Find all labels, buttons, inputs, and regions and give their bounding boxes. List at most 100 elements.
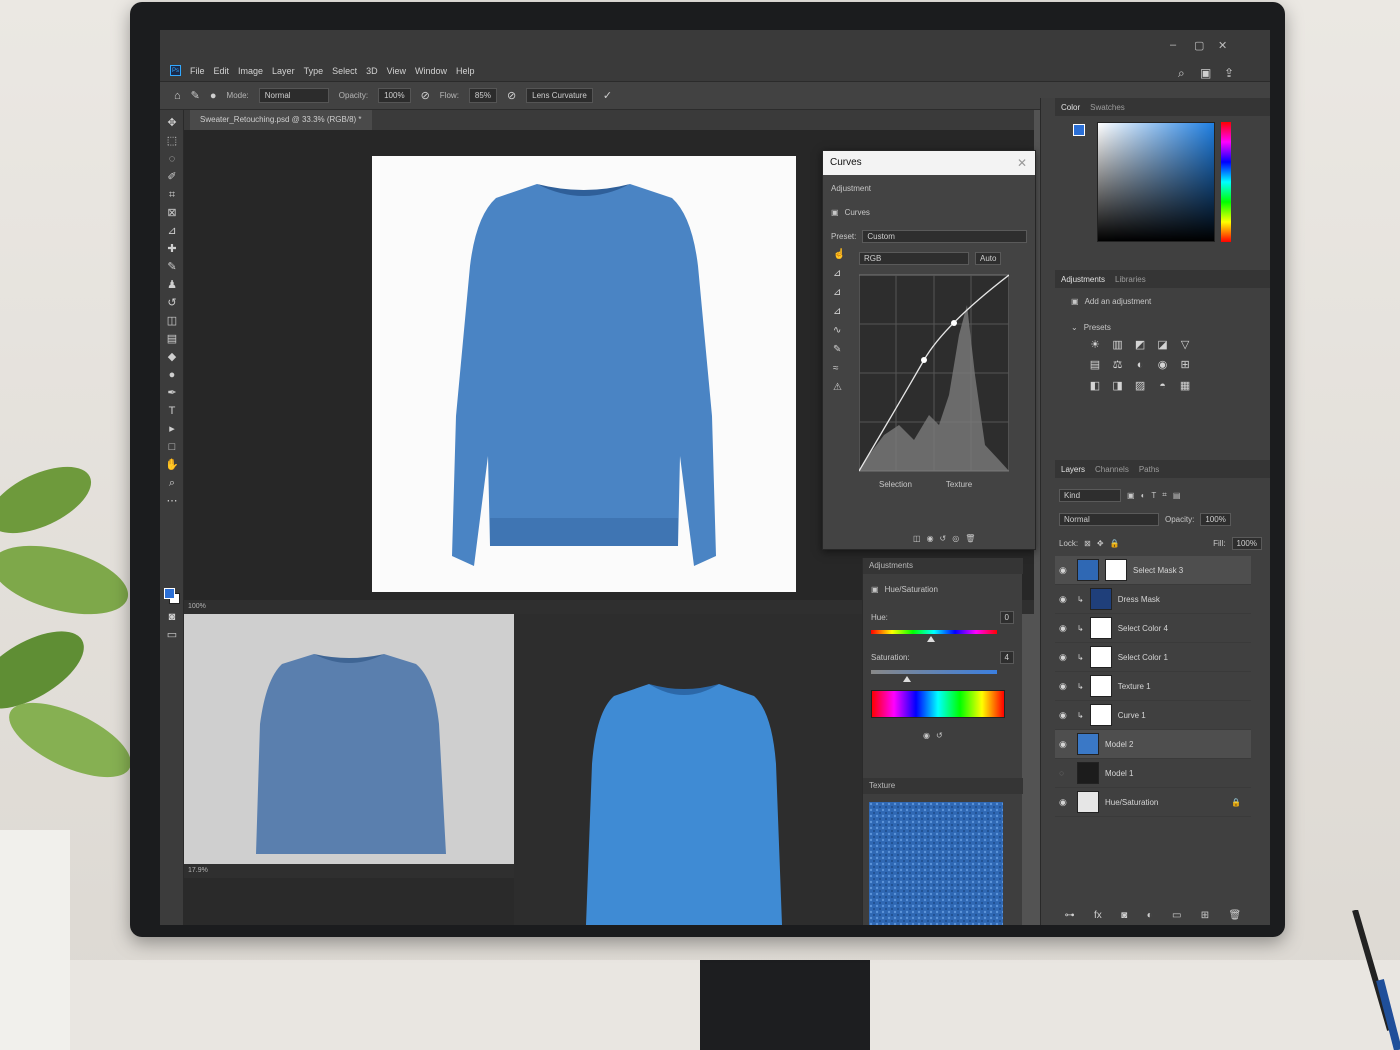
quick-mask-icon[interactable]: ◙ [164, 610, 180, 624]
flow-input[interactable]: 85% [468, 88, 497, 103]
type-tool-icon[interactable]: T [164, 404, 180, 418]
brush-icon[interactable]: ✎ [164, 260, 180, 274]
threshold-icon[interactable]: ▨ [1130, 379, 1150, 399]
pen-tool-icon[interactable]: ✒ [164, 386, 180, 400]
saturation-value[interactable]: 4 [999, 650, 1014, 664]
more-tools-icon[interactable]: ⋯ [164, 494, 180, 508]
curves-icon[interactable]: ◩ [1130, 338, 1150, 358]
selective-color-icon[interactable]: ▦ [1175, 379, 1195, 399]
layer-row[interactable]: ◉ ↳ Select Color 4 [1055, 614, 1251, 643]
mode-dropdown[interactable]: Normal [258, 88, 329, 103]
crop-tool-icon[interactable]: ⌗ [164, 188, 180, 202]
gradient-icon[interactable]: ▤ [164, 332, 180, 346]
eye-icon[interactable]: ◉ [1059, 652, 1071, 663]
eyedropper-icon[interactable]: ⊿ [164, 224, 180, 238]
hand-tool-icon[interactable]: ✋ [164, 458, 180, 472]
quick-select-icon[interactable]: ✐ [164, 170, 180, 184]
tab-paths[interactable]: Paths [1139, 465, 1159, 474]
color-panel-foreground[interactable] [1073, 124, 1085, 136]
dodge-icon[interactable]: ● [164, 368, 180, 382]
extra-option[interactable]: Lens Curvature [526, 88, 593, 103]
eraser-icon[interactable]: ◫ [164, 314, 180, 328]
new-group-icon[interactable]: ▭ [1172, 910, 1181, 921]
shape-tool-icon[interactable]: □ [164, 440, 180, 454]
maximize-icon[interactable]: ▢ [1194, 39, 1204, 52]
menu-view[interactable]: View [387, 66, 406, 76]
curve-point-icon[interactable]: ∿ [833, 325, 849, 344]
minimize-icon[interactable]: – [1170, 39, 1176, 51]
curves-graph[interactable] [859, 273, 1009, 473]
reset-icon[interactable]: ↺ [940, 534, 947, 543]
layer-row[interactable]: ◉ ↳ Dress Mask [1055, 585, 1251, 614]
menu-select[interactable]: Select [332, 66, 357, 76]
layer-row[interactable]: ◉ ↳ Texture 1 [1055, 672, 1251, 701]
layer-row[interactable]: ◉ Select Mask 3 [1055, 556, 1251, 585]
brightness-icon[interactable]: ☀ [1085, 338, 1105, 358]
histogram-warning-icon[interactable]: ⚠ [833, 382, 849, 401]
document-tab[interactable]: Sweater_Retouching.psd @ 33.3% (RGB/8) * [190, 110, 372, 130]
huesat-visibility-icon[interactable]: ◉ [923, 731, 930, 740]
visibility-icon[interactable]: ◎ [952, 534, 959, 543]
preset-dropdown[interactable]: Custom [862, 229, 1027, 243]
move-tool-icon[interactable]: ✥ [164, 116, 180, 130]
smooth-icon[interactable]: ≈ [833, 363, 849, 382]
layer-row[interactable]: ◉ ↳ Curve 1 [1055, 701, 1251, 730]
exposure-icon[interactable]: ◪ [1153, 338, 1173, 358]
hue-value[interactable]: 0 [999, 610, 1014, 624]
zoom-tool-icon[interactable]: ⌕ [164, 476, 180, 490]
vibrance-icon[interactable]: ▽ [1175, 338, 1195, 358]
posterize-icon[interactable]: ◨ [1108, 379, 1128, 399]
hue-slider[interactable] [871, 630, 997, 634]
blend-mode-dropdown[interactable]: Normal [1059, 512, 1159, 526]
filter-shape-icon[interactable]: ⌗ [1162, 490, 1167, 500]
layer-row[interactable]: ○ Model 1 [1055, 759, 1251, 788]
share-icon[interactable]: ⇪ [1224, 66, 1234, 80]
eye-icon[interactable]: ◉ [1059, 623, 1071, 634]
delete-adjustment-icon[interactable]: 🗑 [965, 534, 975, 543]
color-balance-icon[interactable]: ⚖ [1108, 358, 1128, 378]
workspace-icon[interactable]: ▣ [1200, 66, 1211, 80]
path-select-icon[interactable]: ▸ [164, 422, 180, 436]
channel-dropdown[interactable]: RGB [859, 251, 969, 265]
eye-icon[interactable]: ◉ [1059, 797, 1071, 808]
airbrush-icon[interactable]: ⊘ [507, 89, 516, 102]
gradient-map-icon[interactable]: ◓ [1153, 380, 1173, 400]
color-picker-field[interactable] [1097, 122, 1215, 242]
huesat-reset-icon[interactable]: ↺ [936, 731, 943, 740]
saturation-slider-thumb[interactable] [903, 676, 911, 682]
pencil-curve-icon[interactable]: ✎ [833, 344, 849, 363]
document-canvas[interactable] [372, 156, 796, 592]
eye-icon[interactable]: ◉ [1059, 565, 1071, 576]
eye-icon[interactable]: ◉ [1059, 710, 1071, 721]
layer-row[interactable]: ◉ Hue/Saturation 🔒 [1055, 788, 1251, 817]
filter-pixel-icon[interactable]: ▣ [1127, 491, 1135, 500]
filter-smart-icon[interactable]: ▤ [1173, 491, 1181, 500]
foreground-color-swatch[interactable] [164, 588, 175, 599]
view-previous-icon[interactable]: ◉ [927, 534, 934, 543]
menu-edit[interactable]: Edit [214, 66, 230, 76]
brush-tool-icon[interactable]: ✎ [191, 89, 200, 102]
layer-row[interactable]: ◉ Model 2 [1055, 730, 1251, 759]
compare-view-after[interactable] [514, 614, 864, 925]
menu-3d[interactable]: 3D [366, 66, 378, 76]
eye-hidden-icon[interactable]: ○ [1059, 768, 1071, 778]
filter-type-icon[interactable]: T [1151, 491, 1156, 500]
menu-image[interactable]: Image [238, 66, 263, 76]
photo-filter-icon[interactable]: ◉ [1153, 358, 1173, 378]
close-window-icon[interactable]: ✕ [1218, 39, 1227, 52]
blur-icon[interactable]: ◆ [164, 350, 180, 364]
black-point-icon[interactable]: ⊿ [833, 268, 849, 287]
frame-tool-icon[interactable]: ⊠ [164, 206, 180, 220]
lasso-tool-icon[interactable]: ◌ [164, 152, 180, 166]
levels-icon[interactable]: ▥ [1108, 338, 1128, 358]
new-layer-icon[interactable]: ⊞ [1201, 910, 1209, 921]
presets-chevron-icon[interactable]: ⌄ [1071, 323, 1078, 332]
menu-help[interactable]: Help [456, 66, 475, 76]
compare-view-before[interactable] [184, 614, 514, 864]
delete-layer-icon[interactable]: 🗑 [1229, 910, 1242, 921]
new-adjustment-icon[interactable]: ◐ [1147, 910, 1153, 921]
huesat-adj-icon[interactable]: ▤ [1085, 358, 1105, 378]
menu-layer[interactable]: Layer [272, 66, 295, 76]
lock-all-icon[interactable]: 🔒 [1110, 539, 1120, 548]
filter-adjust-icon[interactable]: ◐ [1141, 491, 1146, 500]
